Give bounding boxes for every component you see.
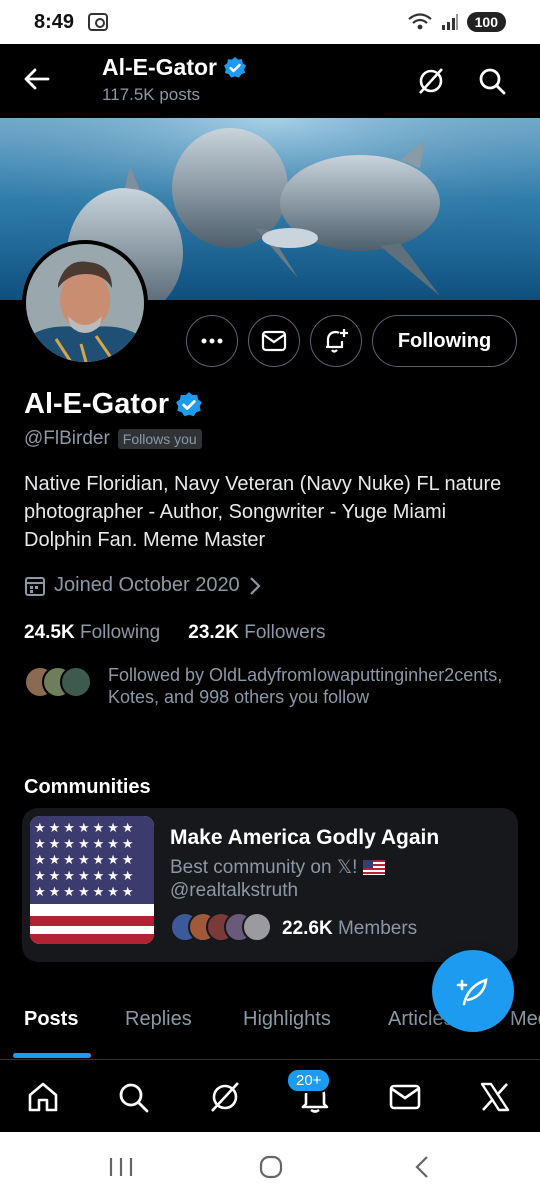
avatar: [242, 912, 272, 942]
bottom-nav: [0, 1062, 540, 1132]
status-right: 100: [407, 12, 506, 32]
signal-icon: [441, 14, 458, 30]
followed-by-text: Followed by OldLadyfromIowaputtinginher2…: [108, 665, 503, 707]
profile-name-row: Al-E-Gator: [24, 388, 203, 421]
followed-by[interactable]: Followed by OldLadyfromIowaputtinginher2…: [24, 664, 528, 708]
grok-icon[interactable]: [208, 1080, 242, 1114]
compose-feather-icon: [456, 978, 488, 1006]
community-description: Best community on 𝕏! @realtalkstruth: [170, 856, 385, 902]
more-options-button[interactable]: [186, 315, 238, 367]
calendar-icon: [25, 576, 45, 596]
compose-post-button[interactable]: [432, 950, 514, 1032]
search-icon[interactable]: [116, 1080, 150, 1114]
x-logo-icon[interactable]: [478, 1080, 512, 1114]
status-bar: 8:49 100: [0, 0, 540, 44]
member-count-number: 22.6K: [282, 918, 333, 939]
followers-stat[interactable]: 23.2K Followers: [188, 622, 325, 644]
following-label: Following: [79, 622, 161, 643]
active-tab-indicator: [13, 1053, 91, 1058]
screenshot-icon: [88, 13, 109, 31]
back-arrow-icon[interactable]: [22, 64, 52, 94]
community-desc-line2: @realtalkstruth: [170, 880, 299, 901]
following-button[interactable]: Following: [372, 315, 517, 367]
header-name: Al-E-Gator: [102, 54, 217, 80]
verified-badge-icon: [224, 56, 246, 78]
community-card[interactable]: ★★★★★★★★★★★★★★★★★★★★★★★★★★★★★★★★★★★ Make…: [22, 808, 518, 962]
avatar: [60, 666, 92, 698]
grok-icon[interactable]: [416, 66, 446, 96]
wifi-icon: [407, 13, 432, 30]
recent-apps-icon[interactable]: [108, 1156, 134, 1178]
handle-row: @FlBirder Follows you: [24, 428, 202, 450]
mail-icon: [261, 330, 287, 352]
tab-posts[interactable]: Posts: [24, 1008, 78, 1031]
avatar-photo: [26, 244, 144, 362]
following-stat[interactable]: 24.5K Following: [24, 622, 160, 644]
community-name: Make America Godly Again: [170, 826, 440, 849]
tab-highlights[interactable]: Highlights: [243, 1008, 331, 1031]
battery-indicator: 100: [466, 12, 506, 32]
follow-stats: 24.5K Following 23.2K Followers: [24, 622, 326, 644]
notify-button[interactable]: [310, 315, 362, 367]
us-flag-emoji-icon: [362, 860, 385, 875]
bell-plus-icon: [326, 329, 348, 353]
member-count-label: Members: [337, 918, 418, 939]
tab-media[interactable]: Media: [510, 1008, 540, 1031]
joined-row[interactable]: Joined October 2020: [24, 574, 262, 597]
more-dots-icon: [201, 338, 223, 344]
tab-replies[interactable]: Replies: [125, 1008, 192, 1031]
followers-label: Followers: [244, 622, 326, 643]
messages-icon[interactable]: [388, 1080, 422, 1114]
us-flag-image: ★★★★★★★★★★★★★★★★★★★★★★★★★★★★★★★★★★★: [30, 816, 154, 944]
search-icon[interactable]: [477, 66, 507, 96]
status-time: 8:49: [34, 10, 75, 33]
header-post-count: 117.5K posts: [102, 85, 200, 104]
android-nav-bar: [0, 1132, 540, 1200]
community-desc-line1: Best community on 𝕏!: [170, 857, 358, 878]
profile-avatar[interactable]: [22, 240, 148, 366]
following-count: 24.5K: [24, 622, 75, 643]
followers-count: 23.2K: [188, 622, 239, 643]
home-button-icon[interactable]: [258, 1154, 284, 1180]
member-avatars: [170, 912, 274, 946]
message-button[interactable]: [248, 315, 300, 367]
member-count: 22.6K Members: [282, 918, 417, 940]
profile-name: Al-E-Gator: [24, 388, 169, 420]
followed-by-avatars: [24, 666, 94, 700]
follows-you-badge: Follows you: [117, 429, 202, 449]
communities-heading: Communities: [24, 776, 151, 798]
header-titles: Al-E-Gator 117.5K posts: [102, 54, 247, 105]
header-name-row: Al-E-Gator: [102, 54, 247, 81]
back-button-icon[interactable]: [412, 1154, 432, 1180]
top-nav: Al-E-Gator 117.5K posts: [0, 44, 540, 118]
profile-handle: @FlBirder: [24, 428, 110, 449]
home-icon[interactable]: [26, 1080, 60, 1114]
community-members: 22.6K Members: [170, 912, 417, 946]
notifications-badge: 20+: [286, 1068, 332, 1093]
joined-date: Joined October 2020: [54, 574, 240, 596]
profile-bio: Native Floridian, Navy Veteran (Navy Nuk…: [24, 473, 502, 551]
chevron-right-icon: [249, 576, 261, 595]
verified-badge-icon: [176, 391, 202, 416]
